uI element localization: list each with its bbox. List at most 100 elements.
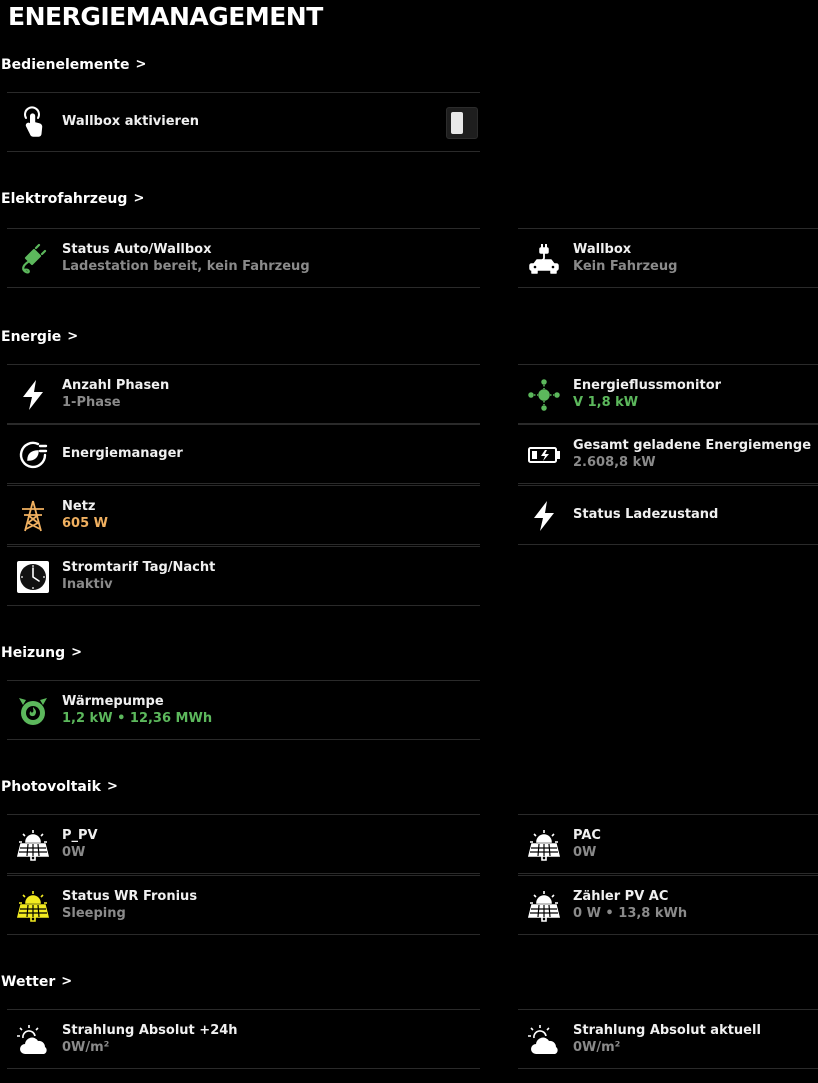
tile-value: 0W xyxy=(62,845,86,860)
tile-status-wr-fronius[interactable]: Status WR Fronius Sleeping xyxy=(7,875,480,935)
car-charging-icon xyxy=(526,241,562,277)
section-photovoltaik[interactable]: Photovoltaik > xyxy=(1,778,118,796)
tile-label: P_PV xyxy=(62,828,98,843)
toggle-knob xyxy=(451,112,463,134)
tile-text: Wallbox Kein Fahrzeug xyxy=(573,242,677,275)
tile-label: Energiemanager xyxy=(62,446,183,461)
sun-cloud-icon xyxy=(15,1022,51,1058)
tile-netz[interactable]: Netz 605 W xyxy=(7,485,480,545)
tile-gesamt-energiemenge[interactable]: Gesamt geladene Energiemenge 2.608,8 kW xyxy=(518,424,818,484)
section-title-label: Heizung xyxy=(1,645,66,661)
tile-text: Energieflussmonitor V 1,8 kW xyxy=(573,378,721,411)
tile-label: Energieflussmonitor xyxy=(573,378,722,393)
tile-label: Status WR Fronius xyxy=(62,889,198,904)
wallbox-toggle[interactable] xyxy=(446,107,478,139)
tile-value: 0 W • 13,8 kWh xyxy=(573,906,688,921)
tile-text: Gesamt geladene Energiemenge 2.608,8 kW xyxy=(573,438,811,471)
solar-panel-icon xyxy=(15,888,51,924)
tile-text: Netz 605 W xyxy=(62,499,108,532)
tile-text: PAC 0W xyxy=(573,828,601,861)
tile-label: Stromtarif Tag/Nacht xyxy=(62,560,216,575)
tile-label: Status Ladezustand xyxy=(573,507,719,522)
tile-text: P_PV 0W xyxy=(62,828,98,861)
section-wetter[interactable]: Wetter > xyxy=(1,973,72,991)
tile-label: Strahlung Absolut +24h xyxy=(62,1023,238,1038)
tile-text: Status WR Fronius Sleeping xyxy=(62,889,197,922)
tile-label: Anzahl Phasen xyxy=(62,378,170,393)
tile-value: Inaktiv xyxy=(62,577,113,592)
tile-wallbox[interactable]: Wallbox Kein Fahrzeug xyxy=(518,228,818,288)
solar-panel-icon xyxy=(526,888,562,924)
touch-hand-icon xyxy=(15,105,51,141)
chevron-right-icon: > xyxy=(61,974,73,989)
solar-panel-icon xyxy=(526,827,562,863)
clock-icon xyxy=(15,559,51,595)
tile-energieflussmonitor[interactable]: Energieflussmonitor V 1,8 kW xyxy=(518,364,818,424)
section-title-label: Elektrofahrzeug xyxy=(1,191,128,207)
power-pylon-icon xyxy=(15,498,51,534)
tile-pac[interactable]: PAC 0W xyxy=(518,814,818,874)
tile-value: 605 W xyxy=(62,516,109,531)
tile-text: Zähler PV AC 0 W • 13,8 kWh xyxy=(573,889,687,922)
tile-text: Status Ladezustand xyxy=(573,507,718,523)
tile-strahlung-24h[interactable]: Strahlung Absolut +24h 0W/m² xyxy=(7,1009,480,1069)
tile-status-ladezustand[interactable]: Status Ladezustand xyxy=(518,485,818,545)
section-energie[interactable]: Energie > xyxy=(1,328,78,346)
tile-energiemanager[interactable]: Energiemanager xyxy=(7,424,480,484)
tile-value: 2.608,8 kW xyxy=(573,455,656,470)
section-title-label: Wetter xyxy=(1,974,56,990)
chevron-right-icon: > xyxy=(133,191,145,206)
solar-panel-icon xyxy=(15,827,51,863)
section-title-label: Bedienelemente xyxy=(1,57,130,73)
tile-anzahl-phasen[interactable]: Anzahl Phasen 1-Phase xyxy=(7,364,480,424)
tile-text: Energiemanager xyxy=(62,446,183,462)
tile-text: Wallbox aktivieren xyxy=(62,114,199,130)
sun-cloud-icon xyxy=(526,1022,562,1058)
section-title-label: Photovoltaik xyxy=(1,779,101,795)
lightning-icon xyxy=(526,498,562,534)
tile-value: 1,2 kW • 12,36 MWh xyxy=(62,711,213,726)
tile-value: Kein Fahrzeug xyxy=(573,259,678,274)
tile-label: Netz xyxy=(62,499,96,514)
tile-value: Ladestation bereit, kein Fahrzeug xyxy=(62,259,310,274)
tile-text: Status Auto/Wallbox Ladestation bereit, … xyxy=(62,242,310,275)
page-title: ENERGIEMANAGEMENT xyxy=(8,2,323,31)
battery-charging-icon xyxy=(526,437,562,473)
tile-value: 0W xyxy=(573,845,597,860)
tile-strahlung-aktuell[interactable]: Strahlung Absolut aktuell 0W/m² xyxy=(518,1009,818,1069)
tile-label: Gesamt geladene Energiemenge xyxy=(573,438,812,453)
tile-label: Wallbox xyxy=(573,242,632,257)
ev-plug-icon xyxy=(15,241,51,277)
section-heizung[interactable]: Heizung > xyxy=(1,644,82,662)
heat-pump-icon xyxy=(15,693,51,729)
tile-value: 0W/m² xyxy=(573,1040,621,1055)
tile-zaehler-pv-ac[interactable]: Zähler PV AC 0 W • 13,8 kWh xyxy=(518,875,818,935)
tile-value: 1-Phase xyxy=(62,395,121,410)
tile-label: Wallbox aktivieren xyxy=(62,114,200,129)
energy-flow-icon xyxy=(526,377,562,413)
tile-value: Sleeping xyxy=(62,906,126,921)
tile-label: Status Auto/Wallbox xyxy=(62,242,212,257)
tile-text: Wärmepumpe 1,2 kW • 12,36 MWh xyxy=(62,694,212,727)
eco-plug-icon xyxy=(15,437,51,473)
tile-text: Strahlung Absolut aktuell 0W/m² xyxy=(573,1023,761,1056)
tile-wallbox-aktivieren[interactable]: Wallbox aktivieren xyxy=(7,92,480,152)
section-bedienelemente[interactable]: Bedienelemente > xyxy=(1,56,146,74)
tile-status-auto-wallbox[interactable]: Status Auto/Wallbox Ladestation bereit, … xyxy=(7,228,480,288)
chevron-right-icon: > xyxy=(106,779,118,794)
lightning-icon xyxy=(15,377,51,413)
section-elektrofahrzeug[interactable]: Elektrofahrzeug > xyxy=(1,190,144,208)
tile-value: V 1,8 kW xyxy=(573,395,639,410)
tile-text: Stromtarif Tag/Nacht Inaktiv xyxy=(62,560,215,593)
chevron-right-icon: > xyxy=(67,329,79,344)
tile-waermepumpe[interactable]: Wärmepumpe 1,2 kW • 12,36 MWh xyxy=(7,680,480,740)
tile-p-pv[interactable]: P_PV 0W xyxy=(7,814,480,874)
tile-label: Wärmepumpe xyxy=(62,694,164,709)
tile-value: 0W/m² xyxy=(62,1040,110,1055)
tile-text: Strahlung Absolut +24h 0W/m² xyxy=(62,1023,238,1056)
tile-label: Zähler PV AC xyxy=(573,889,669,904)
tile-text: Anzahl Phasen 1-Phase xyxy=(62,378,169,411)
section-title-label: Energie xyxy=(1,329,62,345)
tile-stromtarif[interactable]: Stromtarif Tag/Nacht Inaktiv xyxy=(7,546,480,606)
chevron-right-icon: > xyxy=(71,645,83,660)
